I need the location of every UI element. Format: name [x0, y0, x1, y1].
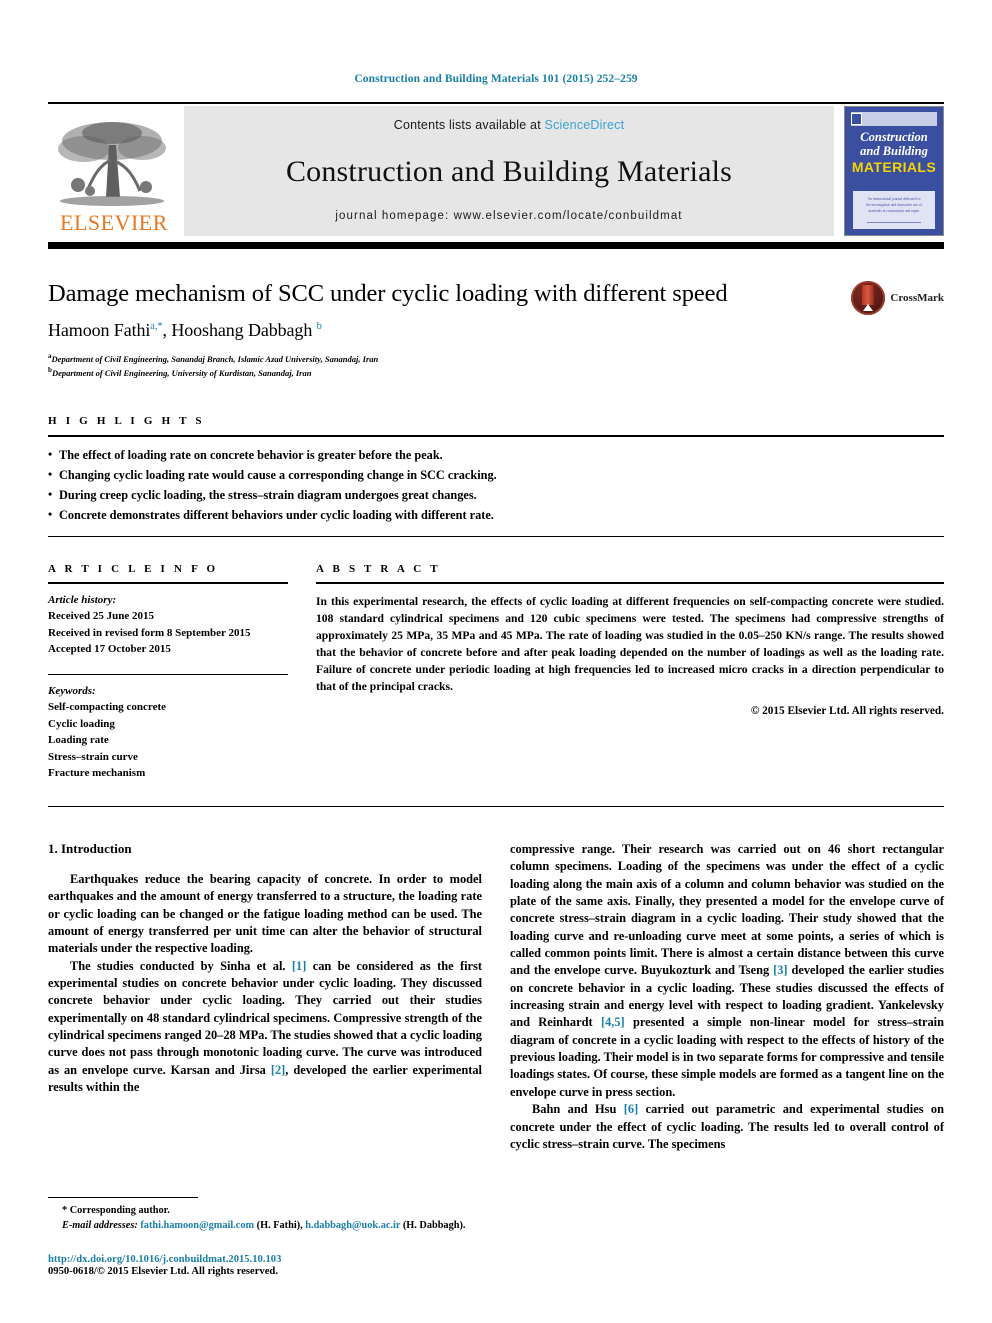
section-title-introduction: 1. Introduction: [48, 840, 132, 856]
affiliations: aDepartment of Civil Engineering, Sanand…: [48, 351, 944, 379]
email-link-2[interactable]: h.dabbagh@uok.ac.ir: [305, 1220, 400, 1231]
highlight-item: The effect of loading rate on concrete b…: [48, 445, 944, 466]
footnotes-block: * Corresponding author. E-mail addresses…: [48, 1197, 482, 1277]
highlights-section: H I G H L I G H T S The effect of loadin…: [48, 415, 944, 537]
abstract-heading: A B S T R A C T: [316, 562, 441, 575]
affiliation-a: aDepartment of Civil Engineering, Sanand…: [48, 351, 944, 365]
doi-block: http://dx.doi.org/10.1016/j.conbuildmat.…: [48, 1254, 482, 1277]
contents-prefix: Contents lists available at: [393, 118, 545, 132]
abstract-copyright: © 2015 Elsevier Ltd. All rights reserved…: [750, 704, 944, 717]
email-addresses-note: E-mail addresses: fathi.hamoon@gmail.com…: [48, 1219, 482, 1234]
body-columns: 1. Introduction Earthquakes reduce the b…: [48, 841, 944, 1153]
info-abstract-row: A R T I C L E I N F O Article history: R…: [48, 563, 944, 782]
email-owner-1: (H. Fathi),: [256, 1220, 303, 1232]
article-history-item: Received 25 June 2015: [48, 610, 155, 623]
article-history-item: Accepted 17 October 2015: [48, 643, 171, 656]
footnote-rule: [48, 1197, 198, 1199]
highlights-heading: H I G H L I G H T S: [48, 415, 205, 428]
article-info-section: A R T I C L E I N F O Article history: R…: [48, 563, 316, 782]
elsevier-tree-icon: [58, 122, 166, 206]
paragraph-part: compressive range. Their research was ca…: [510, 841, 944, 978]
article-history-item: Received in revised form 8 September 201…: [48, 626, 251, 639]
email-addresses-label: E-mail addresses:: [62, 1220, 138, 1232]
body-column-left: 1. Introduction Earthquakes reduce the b…: [48, 841, 482, 1153]
keyword-item: Fracture mechanism: [48, 767, 146, 780]
sciencedirect-link[interactable]: ScienceDirect: [545, 118, 625, 132]
crossmark-badge-group[interactable]: CrossMark: [851, 281, 944, 315]
paragraph-part: Bahn and Hsu: [532, 1102, 624, 1117]
cover-panel: An international journal dedicated to th…: [853, 191, 935, 229]
email-owner-2: (H. Dabbagh).: [402, 1220, 466, 1232]
crossmark-icon: [851, 281, 886, 315]
cover-line1: Construction: [860, 130, 928, 144]
affiliation-a-text: Department of Civil Engineering, Sananda…: [51, 354, 379, 365]
keyword-item: Stress–strain curve: [48, 750, 138, 763]
email-link-1[interactable]: fathi.hamoon@gmail.com: [140, 1220, 254, 1231]
cover-topbar: [851, 112, 937, 126]
cover-divider: [867, 222, 921, 224]
article-history-label: Article history:: [48, 593, 117, 606]
affiliation-b: bDepartment of Civil Engineering, Univer…: [48, 365, 944, 379]
cover-line3: MATERIALS: [851, 159, 937, 175]
author-2-affiliation-mark: b: [316, 321, 322, 333]
article-info-rule: [48, 581, 288, 584]
author-2-name: Hooshang Dabbagh: [171, 320, 313, 341]
elsevier-logo: ELSEVIER: [48, 106, 180, 236]
journal-title: Construction and Building Materials: [285, 155, 733, 188]
abstract-text: In this experimental research, the effec…: [316, 594, 944, 693]
doi-link[interactable]: http://dx.doi.org/10.1016/j.conbuildmat.…: [48, 1254, 482, 1265]
cover-blurb: An international journal dedicated to th…: [866, 197, 922, 213]
keywords-block: Keywords: Self-compacting concrete Cycli…: [48, 683, 288, 782]
info-abstract-bottom-rule: [48, 805, 944, 807]
paragraph: compressive range. Their research was ca…: [510, 841, 944, 1101]
journal-homepage-link[interactable]: journal homepage: www.elsevier.com/locat…: [335, 210, 682, 222]
author-1-affiliation-mark: a,*: [150, 321, 163, 333]
issn-copyright: 0950-0618/© 2015 Elsevier Ltd. All right…: [48, 1266, 278, 1277]
keywords-label: Keywords:: [48, 684, 96, 697]
citation-ref[interactable]: [1]: [292, 959, 306, 973]
highlight-item: Changing cyclic loading rate would cause…: [48, 465, 944, 486]
article-info-divider: [48, 673, 288, 675]
citation-ref[interactable]: [3]: [773, 963, 787, 977]
banner-bottom-rule: [48, 242, 944, 249]
highlight-item: Concrete demonstrates different behavior…: [48, 505, 944, 526]
author-list: Hamoon Fathia,*, Hooshang Dabbagh b: [48, 320, 322, 341]
journal-cover-thumbnail: Construction and Building MATERIALS An i…: [844, 106, 944, 236]
abstract-section: A B S T R A C T In this experimental res…: [316, 563, 944, 782]
running-head: Construction and Building Materials 101 …: [354, 73, 638, 85]
cover-elsevier-mark-icon: [851, 113, 862, 125]
paper-page: Construction and Building Materials 101 …: [0, 0, 992, 1323]
paragraph: Bahn and Hsu [6] carried out parametric …: [510, 1101, 944, 1153]
paragraph: The studies conducted by Sinha et al. [1…: [48, 958, 482, 1097]
highlights-rule: [48, 435, 944, 438]
citation-ref[interactable]: [4,5]: [601, 1015, 625, 1029]
contents-available-line: Contents lists available at ScienceDirec…: [394, 118, 625, 132]
journal-banner: ELSEVIER Contents lists available at Sci…: [48, 102, 944, 249]
paragraph: Earthquakes reduce the bearing capacity …: [48, 871, 482, 956]
body-column-right: compressive range. Their research was ca…: [510, 841, 944, 1153]
crossmark-label: CrossMark: [890, 292, 944, 304]
paragraph-part: The studies conducted by Sinha et al.: [70, 958, 292, 973]
corresponding-author-note: * Corresponding author.: [62, 1205, 170, 1217]
page-title: Damage mechanism of SCC under cyclic loa…: [48, 280, 728, 307]
title-block: CrossMark Damage mechanism of SCC under …: [48, 279, 944, 379]
keyword-item: Loading rate: [48, 734, 109, 747]
paragraph-part: can be considered as the first experimen…: [48, 958, 482, 1077]
affiliation-b-text: Department of Civil Engineering, Univers…: [51, 368, 312, 379]
keyword-item: Cyclic loading: [48, 717, 115, 730]
banner-top-rule: [48, 102, 944, 104]
cover-line2: and Building: [860, 144, 928, 158]
citation-ref[interactable]: [2]: [271, 1063, 285, 1077]
abstract-rule: [316, 581, 944, 584]
keyword-item: Self-compacting concrete: [48, 701, 167, 714]
author-1-name: Hamoon Fathi: [48, 320, 151, 341]
citation-ref[interactable]: [6]: [624, 1102, 638, 1116]
banner-center: Contents lists available at ScienceDirec…: [184, 106, 834, 236]
highlight-item: During creep cyclic loading, the stress–…: [48, 485, 944, 506]
highlights-bottom-rule: [48, 535, 944, 537]
highlights-list: The effect of loading rate on concrete b…: [48, 445, 944, 526]
elsevier-wordmark: ELSEVIER: [60, 210, 168, 235]
article-info-heading: A R T I C L E I N F O: [48, 562, 219, 575]
article-history-block: Article history: Received 25 June 2015 R…: [48, 592, 288, 658]
